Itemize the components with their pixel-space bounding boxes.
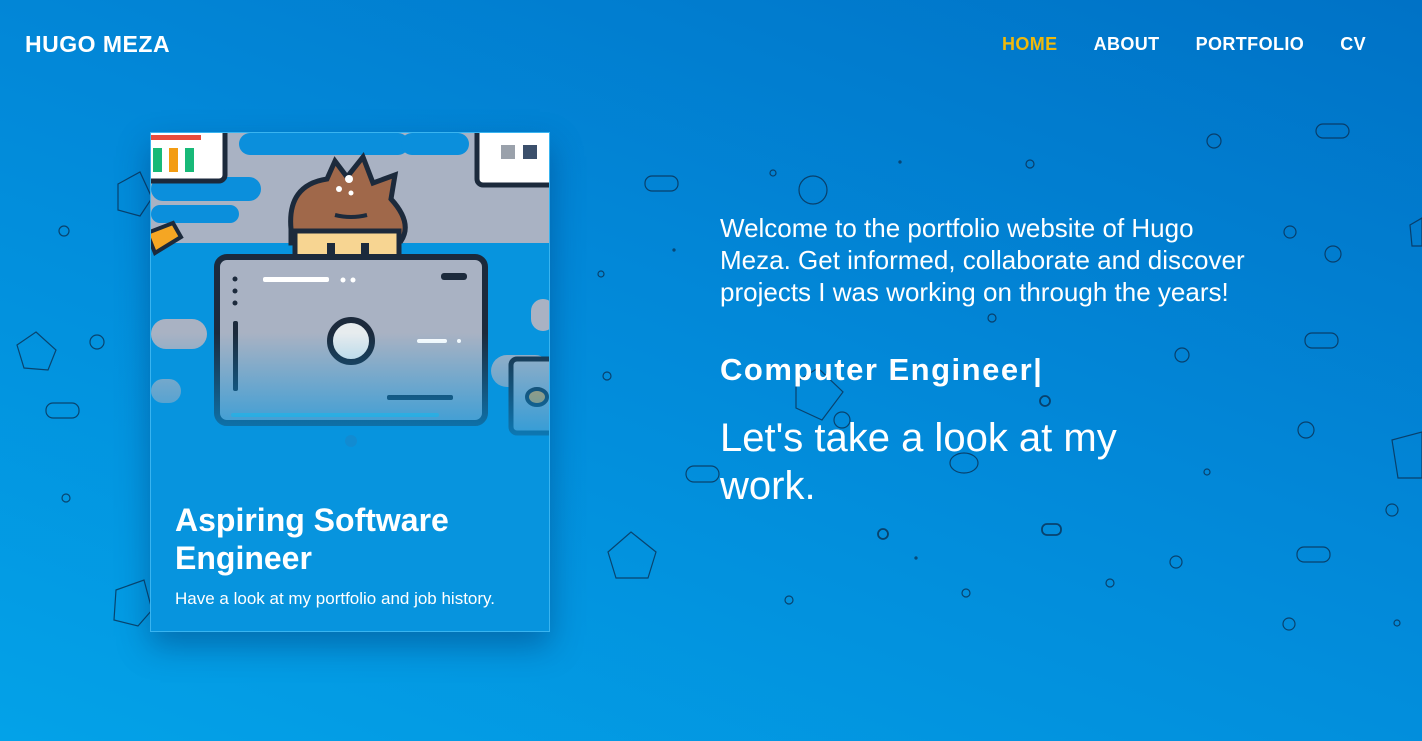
card-title: Aspiring Software Engineer <box>175 502 449 576</box>
nav-item-home[interactable]: HOME <box>1002 34 1058 55</box>
tagline: Let's take a look at my work. <box>720 416 1117 508</box>
navbar: HUGO MEZA HOME ABOUT PORTFOLIO CV <box>0 0 1422 88</box>
card-text: Have a look at my portfolio and job hist… <box>175 589 496 608</box>
typed-role-text: Computer Engineer| <box>720 352 1044 387</box>
nav-links: HOME ABOUT PORTFOLIO CV <box>966 34 1366 55</box>
nav-item-about[interactable]: ABOUT <box>1094 34 1160 55</box>
brand-logo[interactable]: HUGO MEZA <box>25 31 170 58</box>
developer-illustration <box>151 133 549 473</box>
nav-item-portfolio[interactable]: PORTFOLIO <box>1196 34 1305 55</box>
welcome-text: Welcome to the portfolio website of Hugo… <box>720 213 1245 307</box>
nav-item-cv[interactable]: CV <box>1340 34 1366 55</box>
profile-card[interactable]: Aspiring Software Engineer Have a look a… <box>150 132 550 632</box>
